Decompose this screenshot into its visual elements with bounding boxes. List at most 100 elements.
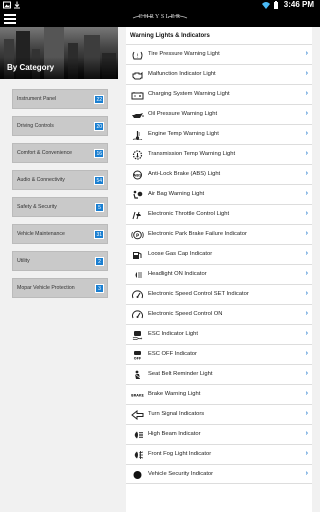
category-label: Audio & Connectivity: [17, 177, 65, 183]
chevron-right-icon: ›: [305, 150, 308, 157]
category-panel: By Category Instrument Panel 22 Driving C…: [0, 27, 118, 512]
list-item[interactable]: Headlight ON Indicator ›: [126, 264, 312, 284]
app-bar: CHRYSLER: [0, 10, 320, 27]
oil-can-icon: [132, 113, 144, 118]
svg-text:P: P: [136, 233, 139, 238]
list-item[interactable]: Oil Pressure Warning Light ›: [126, 104, 312, 124]
list-item-label: Electronic Speed Control ON: [148, 311, 223, 317]
list-item-label: Electronic Throttle Control Light: [148, 211, 230, 217]
list-item-label: Seat Belt Reminder Light: [148, 371, 213, 377]
list-item[interactable]: ESC Indicator Light ›: [126, 324, 312, 344]
list-item[interactable]: P Electronic Park Brake Failure Indicator…: [126, 224, 312, 244]
chevron-right-icon: ›: [305, 370, 308, 377]
category-label: Utility: [17, 258, 30, 264]
engine-icon: [132, 71, 143, 80]
status-bar: 3:46 PM: [0, 0, 320, 10]
category-count-badge: 20: [94, 122, 104, 131]
list-item[interactable]: ! Tire Pressure Warning Light ›: [126, 44, 312, 64]
list-item-label: Brake Warning Light: [148, 391, 201, 397]
battery-icon: [131, 92, 144, 100]
list-item[interactable]: Electronic Speed Control ON ›: [126, 304, 312, 324]
category-label: Instrument Panel: [17, 96, 57, 102]
list-item[interactable]: OFF ESC OFF Indicator ›: [126, 344, 312, 364]
list-item[interactable]: Malfunction Indicator Light ›: [126, 64, 312, 84]
list-item[interactable]: Turn Signal Indicators ›: [126, 404, 312, 424]
list-item[interactable]: Air Bag Warning Light ›: [126, 184, 312, 204]
category-item-safety-security[interactable]: Safety & Security 5: [12, 197, 108, 217]
chevron-right-icon: ›: [305, 210, 308, 217]
list-item[interactable]: Transmission Temp Warning Light ›: [126, 144, 312, 164]
category-count-badge: 31: [94, 230, 104, 239]
speed-control-on-icon: [132, 310, 143, 319]
chevron-right-icon: ›: [305, 330, 308, 337]
category-count-badge: 22: [94, 95, 104, 104]
list-item-label: Engine Temp Warning Light: [148, 131, 219, 137]
park-brake-icon: P: [131, 230, 144, 240]
download-notification-icon: [14, 1, 20, 9]
category-label: Mopar Vehicle Protection: [17, 285, 75, 291]
list-item[interactable]: ABS Anti-Lock Brake (ABS) Light ›: [126, 164, 312, 184]
category-item-utility[interactable]: Utility 2: [12, 251, 108, 271]
chevron-right-icon: ›: [305, 350, 308, 357]
chevron-right-icon: ›: [305, 450, 308, 457]
chevron-right-icon: ›: [305, 250, 308, 257]
list-item[interactable]: Loose Gas Cap Indicator ›: [126, 244, 312, 264]
wifi-icon: [262, 2, 270, 9]
svg-text:!: !: [136, 54, 138, 60]
category-item-driving-controls[interactable]: Driving Controls 20: [12, 116, 108, 136]
category-item-mopar-vehicle-protection[interactable]: Mopar Vehicle Protection 3: [12, 278, 108, 298]
list-item-label: Malfunction Indicator Light: [148, 71, 216, 77]
brand-logo-text: CHRYSLER: [138, 14, 182, 20]
svg-text:OFF: OFF: [134, 357, 142, 361]
esc-icon: [132, 331, 143, 340]
list-item-label: Charging System Warning Light: [148, 91, 230, 97]
high-beam-icon: [134, 431, 143, 439]
warning-lights-list: ! Tire Pressure Warning Light › Malfunction…: [126, 44, 312, 484]
chevron-right-icon: ›: [305, 70, 308, 77]
category-list: Instrument Panel 22 Driving Controls 20 Co…: [12, 89, 108, 305]
category-item-instrument-panel[interactable]: Instrument Panel 22: [12, 89, 108, 109]
list-item[interactable]: BRAKE Brake Warning Light ›: [126, 384, 312, 404]
throttle-icon: [132, 211, 141, 220]
list-item[interactable]: Vehicle Security Indicator ›: [126, 464, 312, 484]
list-item-label: Electronic Park Brake Failure Indicator: [148, 231, 247, 237]
list-item[interactable]: High Beam Indicator ›: [126, 424, 312, 444]
list-title: Warning Lights & Indicators: [130, 33, 210, 39]
brake-icon: BRAKE: [131, 394, 144, 398]
category-count-badge: 16: [94, 149, 104, 158]
category-item-vehicle-maintenance[interactable]: Vehicle Maintenance 31: [12, 224, 108, 244]
chevron-right-icon: ›: [305, 410, 308, 417]
category-item-comfort-convenience[interactable]: Comfort & Convenience 16: [12, 143, 108, 163]
category-label: Driving Controls: [17, 123, 54, 129]
list-item-label: Tire Pressure Warning Light: [148, 51, 220, 57]
category-item-audio-connectivity[interactable]: Audio & Connectivity 54: [12, 170, 108, 190]
list-item-label: Front Fog Light Indicator: [148, 451, 212, 457]
list-item[interactable]: Electronic Speed Control SET Indicator ›: [126, 284, 312, 304]
chevron-right-icon: ›: [305, 90, 308, 97]
list-item-label: Vehicle Security Indicator: [148, 471, 214, 477]
chevron-right-icon: ›: [305, 50, 308, 57]
list-item-label: High Beam Indicator: [148, 431, 201, 437]
clock: 3:46 PM: [283, 0, 314, 9]
speed-control-set-icon: [132, 290, 143, 299]
thermometer-icon: [132, 131, 143, 140]
list-item[interactable]: Engine Temp Warning Light ›: [126, 124, 312, 144]
security-dot-icon: [133, 471, 142, 479]
tire-pressure-icon: !: [132, 51, 143, 60]
list-item[interactable]: Charging System Warning Light ›: [126, 84, 312, 104]
fog-light-icon: [134, 451, 144, 459]
category-count-badge: 54: [94, 176, 104, 185]
chevron-right-icon: ›: [305, 310, 308, 317]
airbag-icon: [133, 190, 143, 199]
list-item[interactable]: Electronic Throttle Control Light ›: [126, 204, 312, 224]
menu-icon[interactable]: [4, 14, 16, 24]
abs-icon: ABS: [133, 170, 142, 180]
list-item[interactable]: Front Fog Light Indicator ›: [126, 444, 312, 464]
chevron-right-icon: ›: [305, 290, 308, 297]
category-count-badge: 5: [95, 203, 104, 212]
seat-belt-icon: [134, 370, 141, 379]
chevron-right-icon: ›: [305, 110, 308, 117]
brand-logo: CHRYSLER: [132, 13, 188, 23]
list-item[interactable]: Seat Belt Reminder Light ›: [126, 364, 312, 384]
list-item-label: Transmission Temp Warning Light: [148, 151, 236, 157]
